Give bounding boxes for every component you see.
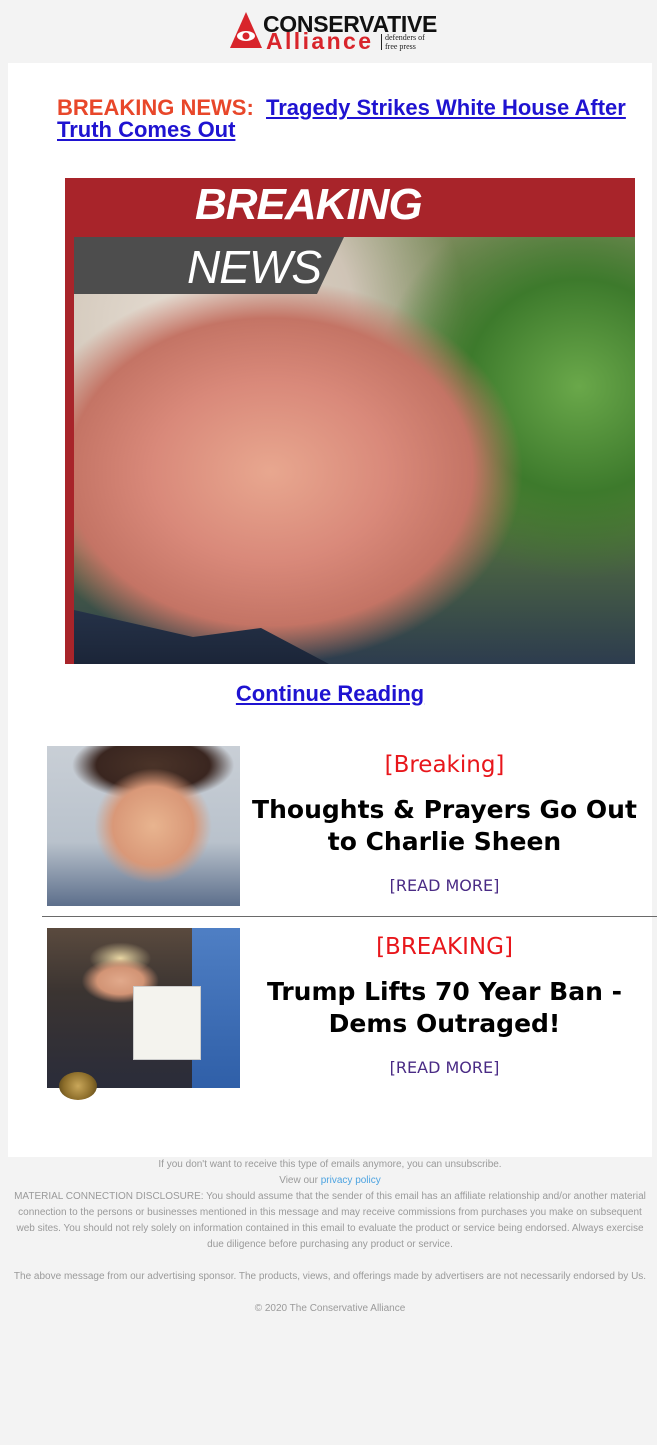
- privacy-line: View our privacy policy: [8, 1173, 652, 1189]
- story-text: [Breaking] Thoughts & Prayers Go Out to …: [247, 746, 642, 895]
- story-title[interactable]: Trump Lifts 70 Year Ban - Dems Outraged!: [247, 976, 642, 1040]
- hero-image[interactable]: BREAKING NEWS: [65, 178, 635, 664]
- story-kicker: [BREAKING]: [376, 934, 513, 960]
- read-more-link[interactable]: [READ MORE]: [247, 1058, 642, 1077]
- breaking-banner-text: BREAKING: [195, 180, 423, 229]
- hero-photo: [74, 237, 635, 664]
- story-card[interactable]: [BREAKING] Trump Lifts 70 Year Ban - Dem…: [47, 928, 652, 1100]
- unsubscribe-note[interactable]: If you don't want to receive this type o…: [8, 1157, 652, 1173]
- sponsor-note: The above message from our advertising s…: [13, 1271, 647, 1282]
- disclosure-text: MATERIAL CONNECTION DISCLOSURE: You shou…: [14, 1191, 646, 1250]
- header-bar: CONSERVATIVE Alliance defenders of free …: [0, 0, 657, 63]
- privacy-prefix: View our: [279, 1175, 318, 1186]
- continue-reading-link[interactable]: Continue Reading: [236, 681, 424, 706]
- hero-photo-suit: [74, 610, 329, 664]
- logo-divider: [381, 34, 382, 50]
- presidential-seal-icon: [59, 1072, 97, 1100]
- news-banner-text: NEWS: [187, 241, 322, 293]
- story-thumbnail[interactable]: [47, 746, 240, 906]
- read-more-link[interactable]: [READ MORE]: [247, 876, 642, 895]
- headline: BREAKING NEWS: Tragedy Strikes White Hou…: [57, 97, 642, 141]
- story-divider: [42, 916, 657, 917]
- copyright: © 2020 The Conservative Alliance: [254, 1303, 406, 1314]
- continue-reading: Continue Reading: [8, 681, 652, 707]
- privacy-policy-link[interactable]: privacy policy: [321, 1175, 381, 1186]
- logo-triangle-icon: [230, 12, 262, 48]
- email-footer: If you don't want to receive this type o…: [8, 1157, 652, 1317]
- logo-subtitle: Alliance: [266, 28, 374, 54]
- story-kicker: [Breaking]: [384, 752, 505, 778]
- story-text: [BREAKING] Trump Lifts 70 Year Ban - Dem…: [247, 928, 642, 1077]
- signed-document: [133, 986, 201, 1060]
- conservative-alliance-logo[interactable]: CONSERVATIVE Alliance defenders of free …: [230, 11, 437, 54]
- email-card: BREAKING NEWS: Tragedy Strikes White Hou…: [8, 63, 657, 1157]
- story-thumbnail[interactable]: [47, 928, 240, 1100]
- story-title[interactable]: Thoughts & Prayers Go Out to Charlie She…: [247, 794, 642, 858]
- story-card[interactable]: [Breaking] Thoughts & Prayers Go Out to …: [47, 746, 652, 906]
- logo-tagline: defenders of free press: [385, 33, 425, 51]
